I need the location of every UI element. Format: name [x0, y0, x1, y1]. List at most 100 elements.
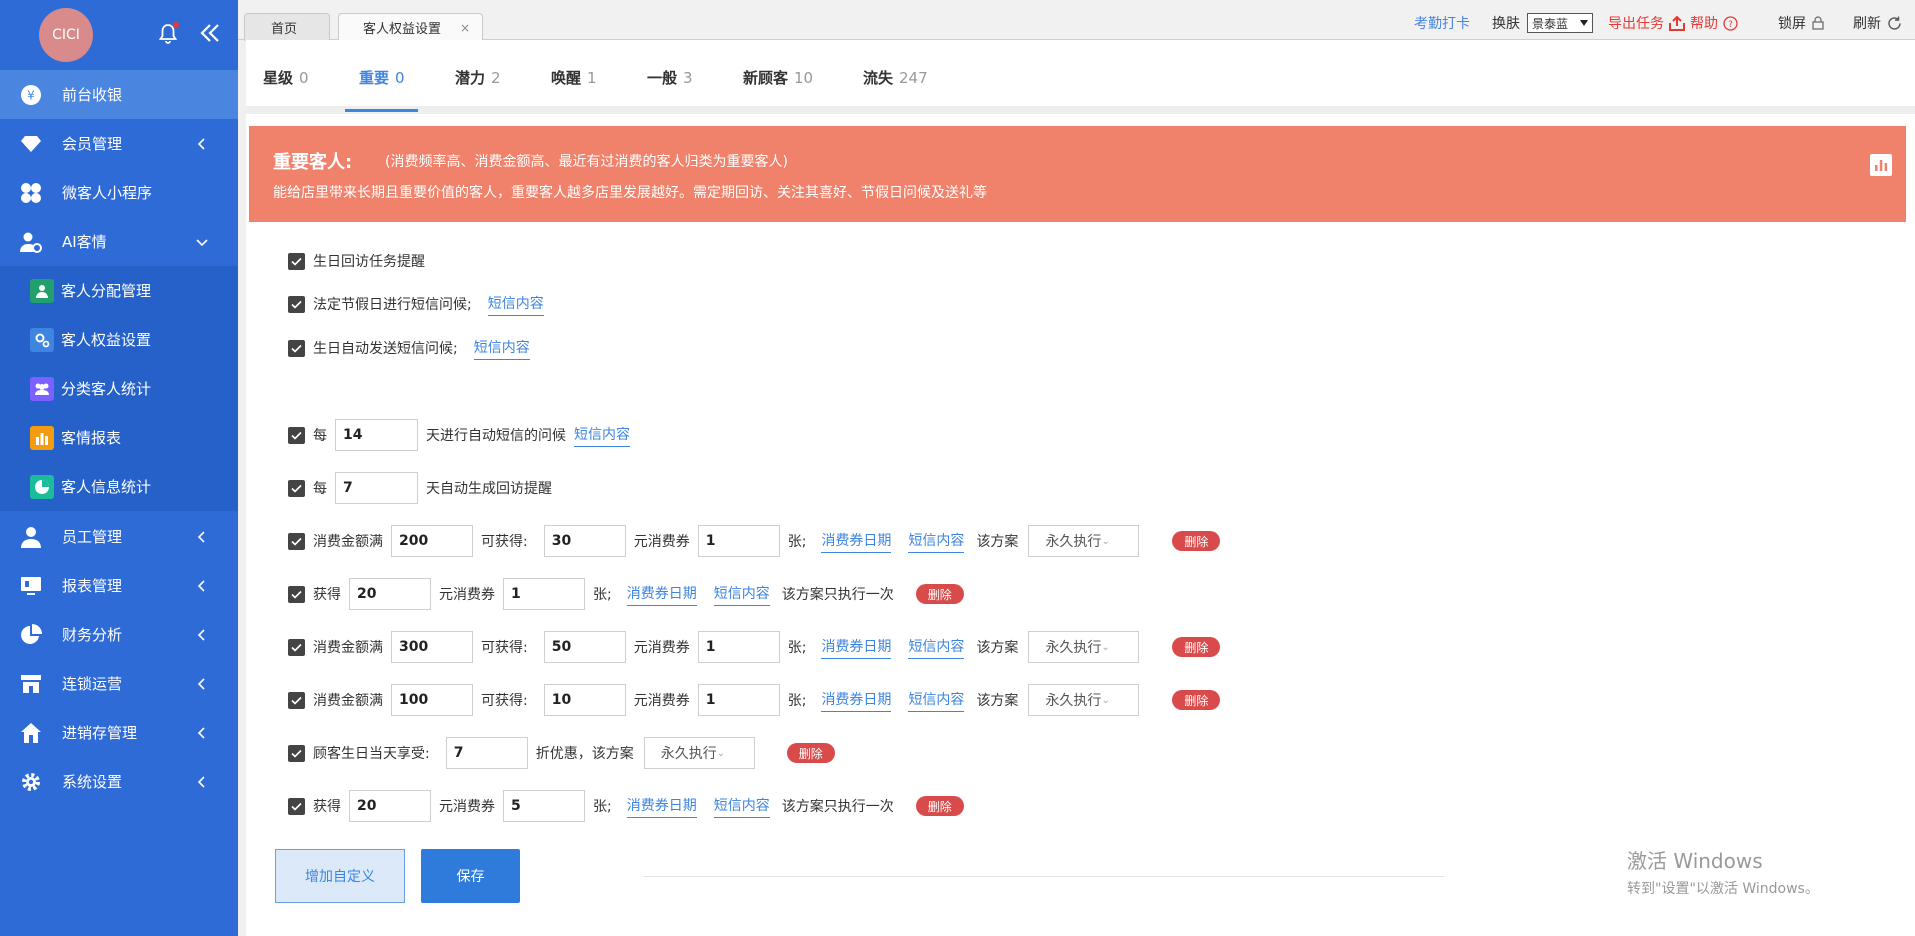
add-custom-button[interactable]: 增加自定义 [275, 849, 405, 903]
tab-new-customer[interactable]: 新顾客 10 [743, 67, 813, 88]
sidebar-item-member[interactable]: 会员管理 [0, 119, 238, 168]
plan-select[interactable]: 永久执行 ⌄ [1028, 525, 1140, 557]
sidebar-item-reports[interactable]: 报表管理 [0, 561, 238, 610]
sidebar-subitem-client-rights[interactable]: 客人权益设置 [0, 315, 238, 364]
chevron-down-icon: ⌄ [1101, 535, 1110, 547]
delete-button[interactable]: 删除 [1172, 690, 1221, 710]
export-task-button[interactable]: 导出任务 [1608, 13, 1685, 33]
banner-subtitle: (消费频率高、消费金额高、最近有过消费的客人归类为重要客人) [385, 154, 788, 170]
delete-button[interactable]: 删除 [915, 584, 964, 604]
birthday-discount-rule: 顾客生日当天享受: 7 折优惠，该方案 永久执行 ⌄ 删除 [288, 735, 835, 771]
discount-input[interactable]: 7 [445, 737, 528, 769]
plan-select[interactable]: 永久执行 ⌄ [1028, 684, 1140, 716]
refresh-button[interactable]: 刷新 [1853, 13, 1902, 33]
skin-select[interactable]: 景泰蓝 [1527, 13, 1593, 33]
every-label: 每 [313, 428, 327, 444]
coupon-amount-input[interactable]: 20 [349, 790, 431, 822]
coupon-count-input[interactable]: 1 [503, 578, 585, 610]
coupon-count-input[interactable]: 1 [697, 631, 780, 663]
lock-icon [1812, 16, 1824, 30]
coupon-rule-2: 获得 20 元消费券 1 张; 消费券日期 短信内容 该方案只执行一次 删除 [288, 576, 964, 612]
sidebar-subitem-client-assign[interactable]: 客人分配管理 [0, 266, 238, 315]
tab-client-rights[interactable]: 客人权益设置 × [338, 13, 483, 41]
checkbox[interactable] [288, 479, 305, 497]
coupon-date-link[interactable]: 消费券日期 [821, 636, 892, 659]
spend-input[interactable]: 100 [391, 684, 473, 716]
sms-content-link[interactable]: 短信内容 [487, 293, 544, 316]
zhang-label: 张; [593, 799, 612, 815]
save-button[interactable]: 保存 [421, 849, 520, 903]
coupon-date-link[interactable]: 消费券日期 [821, 689, 892, 712]
tab-star[interactable]: 星级 0 [263, 67, 309, 88]
checkbox[interactable] [288, 339, 305, 357]
days-input[interactable]: 14 [335, 419, 418, 451]
coupon-date-link[interactable]: 消费券日期 [626, 583, 697, 606]
spend-input[interactable]: 300 [391, 631, 473, 663]
coupon-date-link[interactable]: 消费券日期 [626, 795, 697, 818]
sidebar-item-label: 微客人小程序 [62, 184, 153, 202]
tab-potential[interactable]: 潜力 2 [455, 67, 501, 88]
sidebar-item-chain-ops[interactable]: 连锁运营 [0, 659, 238, 708]
sms-content-link[interactable]: 短信内容 [574, 424, 630, 447]
coupon-amount-input[interactable]: 20 [349, 578, 431, 610]
chevron-left-icon [197, 579, 205, 592]
sms-content-link[interactable]: 短信内容 [908, 530, 965, 553]
coupon-unit-label: 元消费券 [439, 799, 495, 815]
checkbox[interactable] [288, 638, 305, 656]
delete-button[interactable]: 删除 [915, 796, 964, 816]
close-icon[interactable]: × [460, 21, 470, 35]
coupon-count-input[interactable]: 5 [503, 790, 585, 822]
sidebar-item-front-cashier[interactable]: ¥ 前台收银 [0, 70, 238, 119]
checkbox[interactable] [288, 532, 305, 550]
sms-content-link[interactable]: 短信内容 [713, 583, 770, 606]
days-input[interactable]: 7 [335, 472, 418, 504]
tab-awaken[interactable]: 唤醒 1 [551, 67, 597, 88]
coupon-amount-input[interactable]: 30 [543, 525, 626, 557]
lock-screen-button[interactable]: 锁屏 [1778, 13, 1824, 33]
tab-home[interactable]: 首页 [244, 13, 330, 41]
coupon-amount-input[interactable]: 10 [543, 684, 626, 716]
coupon-amount-input[interactable]: 50 [543, 631, 626, 663]
sidebar-subitem-client-info[interactable]: 客人信息统计 [0, 462, 238, 511]
checkin-link[interactable]: 考勤打卡 [1414, 13, 1470, 33]
checkbox[interactable] [288, 426, 305, 444]
sidebar-item-inventory[interactable]: 进销存管理 [0, 708, 238, 757]
plan-select[interactable]: 永久执行 ⌄ [643, 737, 755, 769]
sms-content-link[interactable]: 短信内容 [908, 689, 965, 712]
sms-content-link[interactable]: 短信内容 [713, 795, 770, 818]
sidebar-item-system-settings[interactable]: 系统设置 [0, 757, 238, 806]
sidebar-subitem-client-report[interactable]: 客情报表 [0, 413, 238, 462]
checkbox[interactable] [288, 797, 305, 815]
plan-select-value: 永久执行 [1045, 693, 1102, 709]
sidebar-item-mini-program[interactable]: 微客人小程序 [0, 168, 238, 217]
avatar[interactable]: CICI [39, 8, 93, 62]
coupon-date-link[interactable]: 消费券日期 [821, 530, 892, 553]
chevron-down-icon: ⌄ [1101, 694, 1110, 706]
sms-content-link[interactable]: 短信内容 [473, 337, 530, 360]
collapse-sidebar-icon[interactable] [197, 20, 223, 46]
sidebar-item-staff[interactable]: 员工管理 [0, 512, 238, 561]
checkbox[interactable] [288, 744, 305, 762]
delete-button[interactable]: 删除 [1172, 637, 1221, 657]
sidebar-item-ai-client[interactable]: AI客情 [0, 217, 238, 266]
plan-select[interactable]: 永久执行 ⌄ [1028, 631, 1140, 663]
delete-button[interactable]: 删除 [1172, 531, 1221, 551]
checkbox[interactable] [288, 295, 305, 313]
sidebar-item-finance[interactable]: 财务分析 [0, 610, 238, 659]
sidebar-subitem-category-stats[interactable]: 分类客人统计 [0, 364, 238, 413]
coupon-count-input[interactable]: 1 [697, 684, 780, 716]
tab-lost[interactable]: 流失 247 [863, 67, 928, 88]
checkbox[interactable] [288, 252, 305, 270]
checkbox[interactable] [288, 585, 305, 603]
sms-content-link[interactable]: 短信内容 [908, 636, 965, 659]
chart-icon[interactable] [1870, 154, 1892, 176]
coupon-rule-3: 消费金额满 300 可获得: 50 元消费券 1 张; 消费券日期 短信内容 该… [288, 629, 1221, 665]
tab-important[interactable]: 重要 0 [359, 67, 405, 88]
coupon-unit-label: 元消费券 [633, 640, 690, 656]
delete-button[interactable]: 删除 [786, 743, 835, 763]
help-button[interactable]: 帮助 ? [1690, 13, 1738, 33]
tab-general[interactable]: 一般 3 [647, 67, 693, 88]
coupon-count-input[interactable]: 1 [697, 525, 780, 557]
spend-input[interactable]: 200 [391, 525, 473, 557]
checkbox[interactable] [288, 691, 305, 709]
